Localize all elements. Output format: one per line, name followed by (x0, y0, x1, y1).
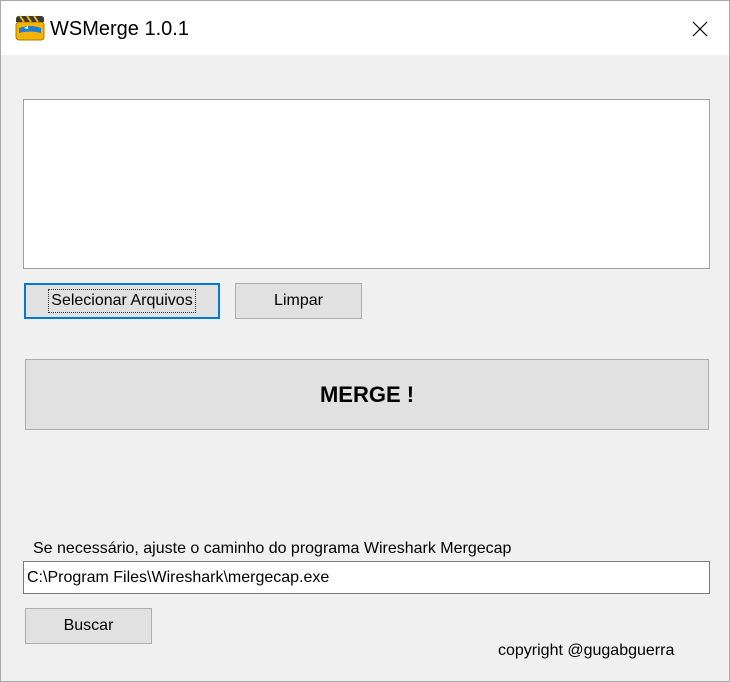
clear-label: Limpar (274, 292, 323, 309)
window-title: WSMerge 1.0.1 (50, 18, 189, 40)
close-icon (692, 21, 708, 37)
clear-button[interactable]: Limpar (235, 283, 362, 319)
close-button[interactable] (677, 11, 723, 47)
merge-label: MERGE ! (319, 381, 415, 407)
files-listbox[interactable] (23, 99, 710, 269)
browse-button[interactable]: Buscar (25, 608, 152, 644)
merge-button[interactable]: MERGE ! (25, 359, 709, 430)
browse-label: Buscar (63, 617, 114, 634)
select-files-label: Selecionar Arquivos (48, 289, 196, 313)
select-files-button[interactable]: Selecionar Arquivos (24, 283, 220, 319)
mergecap-path-input[interactable] (23, 561, 710, 594)
app-icon (15, 15, 45, 41)
title-bar[interactable]: WSMerge 1.0.1 (1, 1, 729, 55)
mergecap-path-label: Se necessário, ajuste o caminho do progr… (33, 540, 512, 557)
copyright-text: copyright @gugabguerra (498, 642, 675, 659)
app-window: WSMerge 1.0.1 Selecionar Arquivos Limpar… (0, 0, 730, 682)
